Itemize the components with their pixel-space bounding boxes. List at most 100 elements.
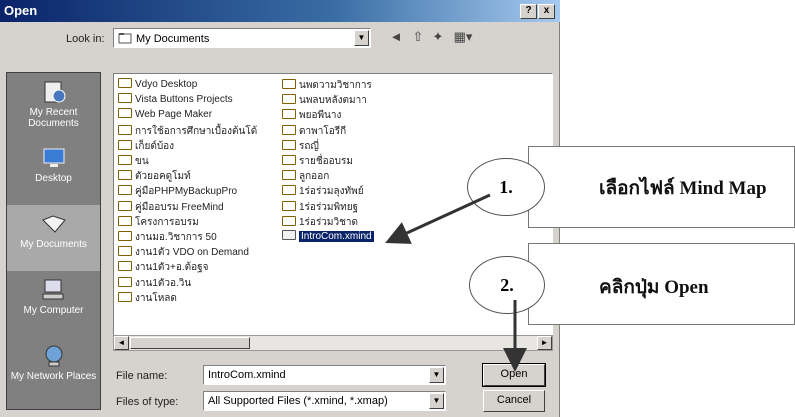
files-of-type-value: All Supported Files (*.xmind, *.xmap) [208,395,388,407]
my-computer-icon [42,279,63,300]
file-name-field[interactable]: IntroCom.xmind ▼ [203,365,446,385]
open-button[interactable]: Open [482,363,546,387]
file-name-text: เก็ยต์บ้อง [135,140,175,152]
file-list-item[interactable]: รายชื่ออบรม [282,154,353,169]
desktop-icon [43,148,64,167]
folder-icon [282,109,296,120]
folder-icon [282,185,296,196]
file-name-text: คู่มือPHPMyBackupPro [135,186,238,198]
files-of-type-select[interactable]: All Supported Files (*.xmind, *.xmap) ▼ [203,391,446,411]
folder-icon [282,139,296,150]
scroll-thumb[interactable] [130,337,250,349]
look-in-label: Look in: [66,33,105,45]
chevron-down-icon[interactable]: ▼ [429,393,444,409]
file-list-item[interactable]: การใช้อการศึกษาเบื้องต้นโด้ [118,124,257,139]
close-button[interactable]: x [538,4,555,19]
file-list-item[interactable]: ดาพาโอรีกี [282,124,346,139]
file-list-item[interactable]: ขน [118,154,149,169]
file-list-item[interactable]: งาน1ตัว VDO on Demand [118,245,249,260]
look-in-combo[interactable]: My Documents ▼ [113,28,371,48]
scroll-right-icon[interactable]: ► [537,336,552,350]
file-list-item[interactable]: Vdyo Desktop [118,78,197,93]
file-name-text: งานมอ.วิชาการ 50 [135,232,217,243]
file-name-text: 1ร่อร่วมวิชาด [299,216,359,228]
views-icon[interactable]: ▦▾ [450,28,476,46]
folder-icon [282,94,296,105]
file-list-item[interactable]: งาน1ตัวอ.วิน [118,276,191,291]
folder-icon [118,93,132,104]
file-name-text: Web Page Maker [135,109,213,121]
file-icon [118,231,132,241]
callout-text-1: เลือกไฟล์ Mind Map [599,178,767,199]
file-name-text: โครงการอบรม [135,216,199,228]
file-name-text: 1ร่อร่วมพิทยฐ [299,201,359,213]
folder-icon [282,215,296,226]
folder-icon [282,155,296,165]
file-list-item[interactable]: IntroCom.xmind [282,230,374,245]
file-list-item[interactable]: Vista Buttons Projects [118,93,233,108]
title-bar: Open ? x [0,0,560,22]
file-list-item[interactable]: นพลบหลังตมาา [282,93,367,108]
callout-text-2: คลิกปุ่ม Open [599,277,709,298]
file-name-text: Vdyo Desktop [135,79,198,90]
file-name-text: นพดวามวิชาการ [299,80,372,91]
file-list-item[interactable]: ตัวยอคดูโมท์ [118,169,191,184]
file-name-text: คู่มืออบรม FreeMind [135,201,224,213]
folder-icon [118,246,132,257]
file-list-item[interactable]: คู่มือPHPMyBackupPro [118,184,237,199]
place-desktop[interactable]: Desktop [7,139,100,205]
place-my-documents[interactable]: My Documents [7,205,100,271]
file-name-text: การใช้อการศึกษาเบื้องต้นโด้ [135,125,258,137]
file-list-item[interactable]: 1ร่อร่วมลุงทัพย์ [282,184,364,199]
folder-icon [118,215,132,226]
file-name-text: Vista Buttons Projects [135,94,233,106]
chevron-down-icon[interactable]: ▼ [429,367,444,383]
file-list-item[interactable]: คู่มืออบรม FreeMind [118,200,224,215]
my-documents-icon [41,215,66,233]
file-name-text: ดาพาโอรีกี [299,125,347,137]
place-my-network-places[interactable]: My Network Places [7,337,100,403]
recent-docs-icon [44,81,65,103]
file-name-text: IntroCom.xmind [299,231,374,242]
file-name-text: รายชื่ออบรม [299,156,353,167]
horizontal-scrollbar[interactable]: ◄ ► [113,335,553,351]
place-my-computer[interactable]: My Computer [7,271,100,337]
file-list-item[interactable]: นพดวามวิชาการ [282,78,372,93]
folder-icon [118,291,132,302]
file-list-item[interactable]: 1ร่อร่วมวิชาด [282,215,358,230]
file-list-item[interactable]: งานมอ.วิชาการ 50 [118,230,217,245]
folder-icon [118,33,132,44]
file-list-item[interactable]: งาน1ตัว+อ.ต้อฐจ [118,260,209,275]
callout-number-2: 2. [469,256,545,314]
place-my-recent-documents[interactable]: My Recent Documents [7,73,100,139]
file-list-item[interactable]: Web Page Maker [118,108,212,123]
file-name-text: ขน [135,156,149,167]
network-places-icon [45,345,62,367]
back-icon[interactable]: ◄ [386,28,406,46]
folder-icon [282,200,296,211]
chevron-down-icon[interactable]: ▼ [354,30,369,46]
file-list-item[interactable]: เก็ยต์บ้อง [118,139,174,154]
scroll-left-icon[interactable]: ◄ [114,336,129,350]
up-folder-icon[interactable]: ⇧ [408,28,428,46]
callout-number-1: 1. [467,158,545,216]
file-name-value: IntroCom.xmind [208,369,286,381]
places-bar: My Recent Documents Desktop My Documents… [6,72,101,410]
callout-box-1: เลือกไฟล์ Mind Map [528,146,795,228]
file-list-item[interactable]: พยอพีนาง [282,108,341,123]
new-folder-icon[interactable]: ✦ [428,28,448,46]
file-list-item[interactable]: โครงการอบรม [118,215,199,230]
folder-icon [118,170,132,181]
file-name-text: งาน1ตัว+อ.ต้อฐจ [135,262,209,274]
folder-icon [282,170,296,181]
file-icon [282,230,296,240]
file-list-item[interactable]: รถญี่ [282,139,319,154]
file-list-item[interactable]: งานโหลด [118,291,177,306]
file-list-item[interactable]: ลูกออก [282,169,329,184]
help-button[interactable]: ? [520,4,537,19]
cancel-button[interactable]: Cancel [483,390,545,412]
file-name-text: ลูกออก [299,171,330,183]
file-name-text: พยอพีนาง [299,110,342,122]
look-in-value: My Documents [136,33,210,45]
file-list-item[interactable]: 1ร่อร่วมพิทยฐ [282,200,358,215]
